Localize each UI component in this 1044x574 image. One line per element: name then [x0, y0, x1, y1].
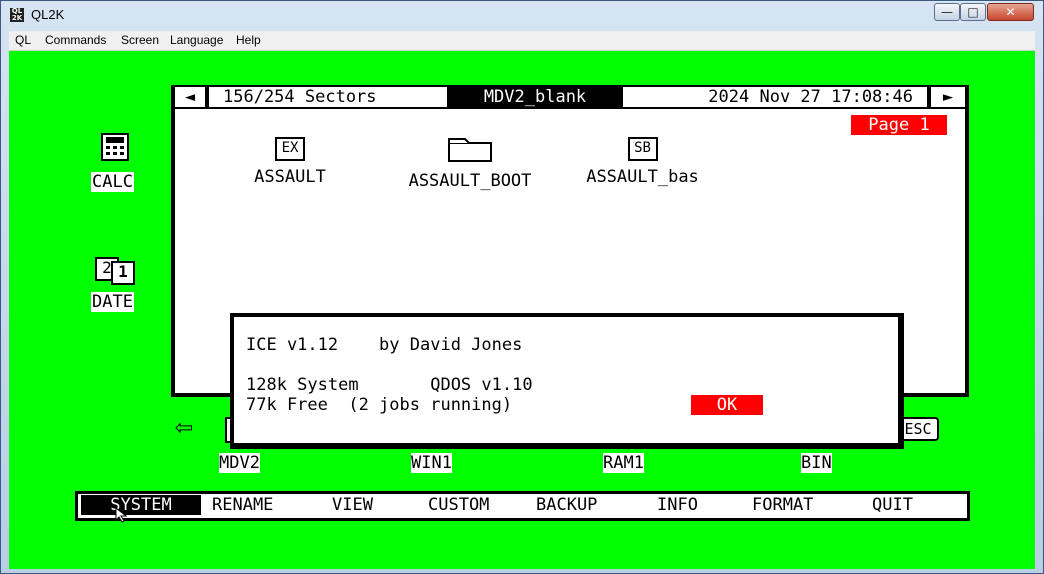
app-window: QL 2K QL2K — □ ✕ QL Commands Screen Lang…	[0, 0, 1044, 574]
title-bar[interactable]: QL 2K QL2K — □ ✕	[1, 1, 1043, 29]
ql2k-app-icon: QL 2K	[10, 7, 24, 22]
date-label[interactable]: DATE	[91, 292, 134, 312]
sectors-info: 156/254 Sectors	[209, 87, 447, 107]
calculator-icon	[101, 133, 129, 161]
device-bin[interactable]: BIN	[801, 453, 832, 473]
menu-rename[interactable]: RENAME	[212, 495, 273, 515]
date-desktop-icon[interactable]: 2 1	[95, 257, 137, 285]
menu-format[interactable]: FORMAT	[752, 495, 813, 515]
calc-desktop-icon[interactable]	[101, 133, 129, 165]
ok-button[interactable]: OK	[691, 395, 763, 415]
about-dialog: ICE v1.12 by David Jones 128k System QDO…	[230, 313, 904, 449]
menu-ql[interactable]: QL	[15, 33, 31, 47]
ql-screen: CALC 2 1 DATE ◄ 156/254 Sectors MDV2_bla…	[9, 51, 1035, 569]
page-indicator[interactable]: Page 1	[851, 115, 947, 135]
close-button[interactable]: ✕	[987, 3, 1034, 21]
menu-bar: QL Commands Screen Language Help	[9, 31, 1035, 51]
executable-icon: EX	[275, 137, 305, 161]
device-ram1[interactable]: RAM1	[603, 453, 644, 473]
folder-icon	[448, 138, 492, 162]
free-memory-text: 77k Free (2 jobs running)	[246, 395, 513, 415]
calendar-icon: 2 1	[95, 257, 137, 285]
device-win1[interactable]: WIN1	[411, 453, 452, 473]
file-item[interactable]: SB ASSAULT_bas	[575, 137, 710, 187]
menu-info[interactable]: INFO	[657, 495, 698, 515]
menu-commands[interactable]: Commands	[45, 33, 106, 47]
scroll-left-button[interactable]: ◄	[175, 87, 205, 107]
minimize-button[interactable]: —	[934, 3, 960, 21]
device-mdv2[interactable]: MDV2	[219, 453, 260, 473]
calc-label[interactable]: CALC	[91, 172, 134, 192]
clock: 2024 Nov 27 17:08:46	[623, 87, 927, 107]
basic-file-icon: SB	[627, 137, 658, 161]
menu-screen[interactable]: Screen	[121, 33, 159, 47]
menu-system[interactable]: SYSTEM	[81, 495, 201, 515]
drive-name: MDV2_blank	[451, 87, 619, 107]
version-text: ICE v1.12 by David Jones	[246, 335, 523, 355]
window-title: QL2K	[31, 7, 65, 22]
system-text: 128k System QDOS v1.10	[246, 375, 533, 395]
menu-help[interactable]: Help	[236, 33, 261, 47]
file-name: ASSAULT_BOOT	[408, 171, 532, 191]
scroll-right-button[interactable]: ►	[931, 87, 965, 107]
file-name: ASSAULT_bas	[586, 167, 699, 187]
maximize-button[interactable]: □	[960, 3, 986, 21]
menu-custom[interactable]: CUSTOM	[428, 495, 489, 515]
menu-quit[interactable]: QUIT	[872, 495, 913, 515]
main-menu-bar	[75, 491, 970, 521]
menu-view[interactable]: VIEW	[332, 495, 373, 515]
back-arrow-icon[interactable]: ⇦	[175, 412, 213, 442]
menu-backup[interactable]: BACKUP	[536, 495, 597, 515]
file-item[interactable]: ASSAULT_BOOT	[395, 135, 545, 191]
mouse-pointer-icon	[115, 507, 128, 523]
menu-language[interactable]: Language	[170, 33, 223, 47]
file-item[interactable]: EX ASSAULT	[235, 137, 345, 187]
about-dialog-body: ICE v1.12 by David Jones 128k System QDO…	[234, 317, 898, 443]
file-name: ASSAULT	[254, 167, 326, 187]
